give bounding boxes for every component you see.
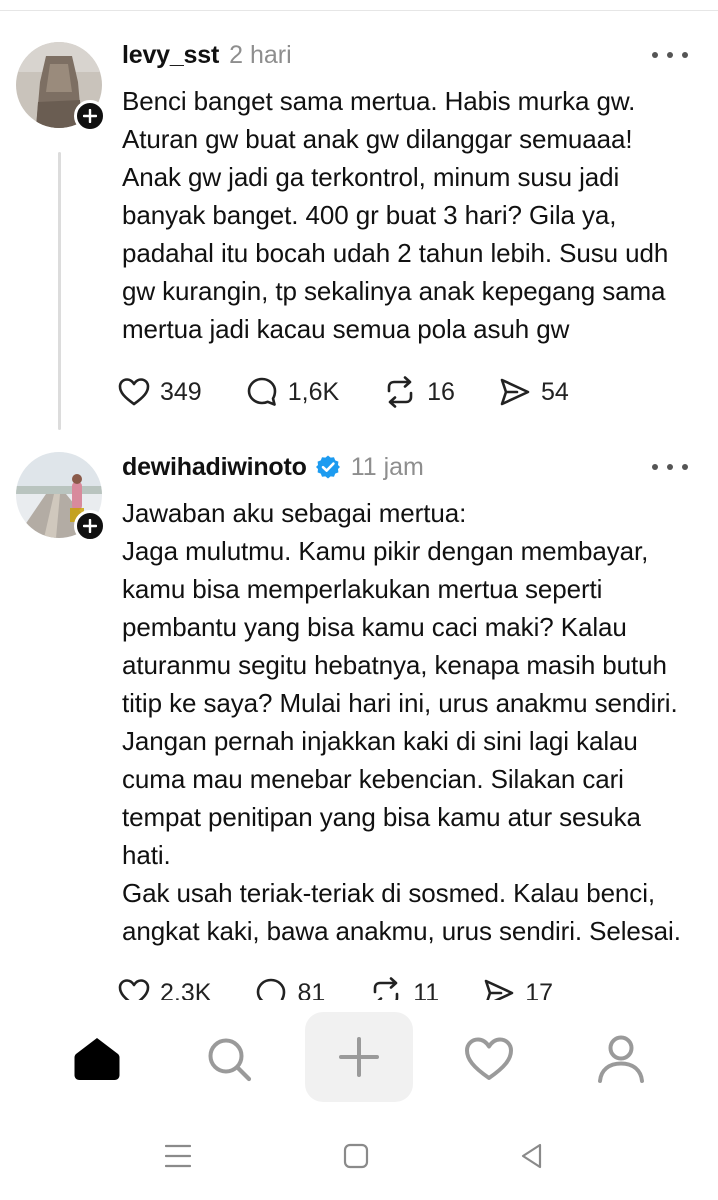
home-system-button[interactable]: [334, 1138, 378, 1174]
post-time: 11 jam: [350, 452, 424, 481]
username[interactable]: levy_sst: [122, 41, 219, 70]
recent-apps-icon: [165, 1144, 191, 1168]
post-time: 2 hari: [229, 40, 292, 69]
repost-icon: [387, 376, 413, 408]
top-divider: [0, 10, 718, 11]
share-count: 54: [540, 377, 569, 406]
plus-icon: [83, 519, 97, 533]
tab-profile[interactable]: [588, 1024, 654, 1094]
reply-button[interactable]: 1,6K: [246, 376, 339, 408]
like-button[interactable]: 349: [118, 377, 202, 407]
activity-heart-icon: [465, 1037, 513, 1080]
comment-icon: [247, 377, 277, 406]
profile-icon: [598, 1035, 644, 1083]
plus-icon: [83, 109, 97, 123]
post-header: dewihadiwinoto 11 jam: [122, 450, 424, 484]
post-text: Jawaban aku sebagai mertua: Jaga mulutmu…: [122, 498, 681, 946]
recent-apps-button[interactable]: [156, 1138, 200, 1174]
post-text: Benci banget sama mertua. Habis murka gw…: [122, 86, 669, 344]
like-count: 349: [160, 377, 202, 406]
tab-home[interactable]: [64, 1026, 130, 1092]
system-navigation-bar: [0, 1130, 718, 1180]
home-icon: [74, 1038, 120, 1080]
post-actions: 349 1,6K 16 54: [118, 376, 613, 408]
share-send-icon: [500, 378, 530, 406]
username[interactable]: dewihadiwinoto: [122, 453, 307, 482]
tab-activity[interactable]: [456, 1026, 522, 1092]
back-button[interactable]: [510, 1138, 554, 1174]
thread-line: [58, 152, 61, 430]
repost-button[interactable]: 16: [383, 376, 455, 408]
repost-count: 16: [427, 377, 455, 406]
create-icon: [339, 1037, 379, 1077]
search-icon: [208, 1038, 252, 1082]
bottom-tab-bar: [0, 1010, 718, 1106]
heart-icon: [118, 378, 150, 406]
tab-search[interactable]: [196, 1026, 262, 1092]
verified-badge-icon: [315, 454, 341, 480]
follow-plus-button[interactable]: [74, 100, 106, 132]
reply-count: 1,6K: [287, 377, 340, 406]
back-triangle-icon: [521, 1143, 542, 1169]
home-square-icon: [343, 1143, 369, 1169]
tab-create[interactable]: [305, 1012, 413, 1102]
follow-plus-button[interactable]: [74, 510, 106, 542]
more-options-icon[interactable]: [652, 48, 688, 62]
post-header: levy_sst 2 hari: [122, 38, 292, 72]
more-options-icon[interactable]: [652, 460, 688, 474]
share-button[interactable]: 54: [499, 377, 569, 407]
